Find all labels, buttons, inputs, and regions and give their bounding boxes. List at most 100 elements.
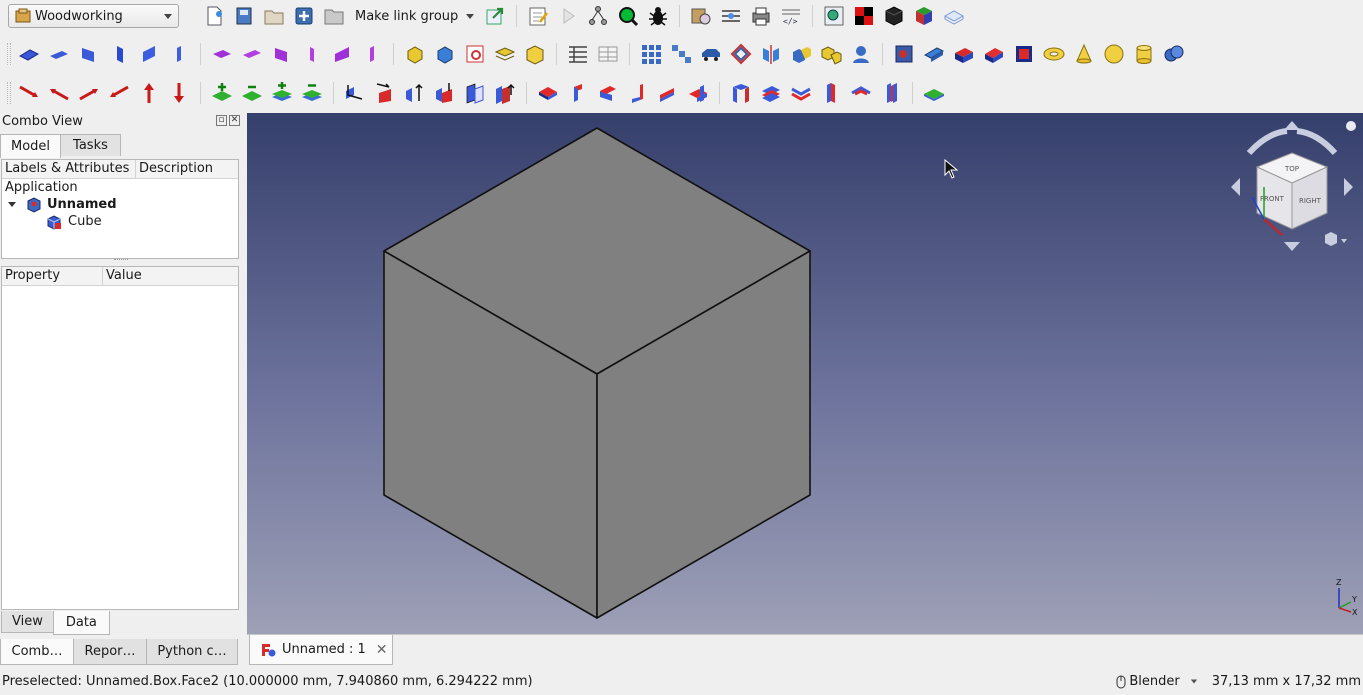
move-arrow-2-button[interactable] [44, 79, 74, 107]
rotate-left-arrow-icon[interactable] [1246, 128, 1288, 156]
align-6-button[interactable] [490, 79, 520, 107]
stereo-button[interactable] [879, 2, 909, 30]
plane-magenta-3-button[interactable] [267, 40, 297, 68]
description-header[interactable]: Description [136, 160, 238, 178]
tab-view[interactable]: View [1, 611, 54, 633]
align-3-button[interactable] [400, 79, 430, 107]
close-panel-icon[interactable]: ✕ [229, 115, 240, 126]
view-left-button[interactable] [164, 40, 194, 68]
green-plane-button[interactable] [919, 79, 949, 107]
sphere-button[interactable] [1099, 40, 1129, 68]
torus-button[interactable] [1039, 40, 1069, 68]
view-fit-button[interactable] [819, 2, 849, 30]
tree-item-cube[interactable]: Cube [2, 213, 238, 230]
plane-magenta-5-button[interactable] [327, 40, 357, 68]
shape-4-button[interactable] [1009, 40, 1039, 68]
edge-4-button[interactable] [816, 79, 846, 107]
plane-magenta-1-button[interactable] [207, 40, 237, 68]
arrow-down-icon[interactable] [1284, 242, 1300, 251]
colored-cube-button[interactable] [909, 2, 939, 30]
shape-1-button[interactable] [919, 40, 949, 68]
explode-button[interactable] [816, 40, 846, 68]
clipping-plane-button[interactable] [716, 2, 746, 30]
property-column-header[interactable]: Property [2, 267, 103, 285]
labels-attributes-header[interactable]: Labels & Attributes [2, 160, 136, 178]
make-link-group-dropdown[interactable]: Make link group [349, 2, 480, 30]
decrease-thickness-2-button[interactable] [297, 79, 327, 107]
helper-button[interactable] [846, 40, 876, 68]
tree-item-document[interactable]: Unnamed [2, 196, 238, 213]
cylinder-button[interactable] [1129, 40, 1159, 68]
box-selection-button[interactable] [939, 2, 969, 30]
edge-2-button[interactable] [756, 79, 786, 107]
dependency-graph-button[interactable] [583, 2, 613, 30]
float-panel-icon[interactable]: ▫ [216, 115, 227, 126]
workbench-selector[interactable]: Woodworking [8, 4, 179, 28]
navcube-menu-icon[interactable] [1346, 121, 1356, 131]
tab-python-console[interactable]: Python c… [146, 639, 238, 665]
arrow-right-icon[interactable] [1344, 178, 1353, 196]
table-grid-button[interactable] [593, 40, 623, 68]
measure-button[interactable] [686, 2, 716, 30]
tab-document-unnamed[interactable]: Unnamed : 1 ✕ [249, 635, 393, 665]
rotate-button[interactable] [726, 40, 756, 68]
tube-button[interactable] [889, 40, 919, 68]
expand-arrow-icon[interactable] [8, 202, 16, 207]
link-actions-button[interactable] [480, 2, 510, 30]
macro-record-button[interactable] [523, 2, 553, 30]
shape-2-button[interactable] [949, 40, 979, 68]
view-front-button[interactable] [74, 40, 104, 68]
align-4-button[interactable] [430, 79, 460, 107]
tab-model[interactable]: Model [0, 134, 62, 158]
mirror-button[interactable] [756, 40, 786, 68]
add-group-button[interactable] [319, 2, 349, 30]
face-5-button[interactable] [653, 79, 683, 107]
cone-button[interactable] [1069, 40, 1099, 68]
increase-thickness-1-button[interactable] [207, 79, 237, 107]
chevron-down-icon[interactable] [1341, 239, 1347, 243]
move-arrow-4-button[interactable] [104, 79, 134, 107]
cube-model[interactable] [247, 113, 1363, 634]
tab-tasks[interactable]: Tasks [60, 134, 121, 156]
plane-magenta-4-button[interactable] [297, 40, 327, 68]
edge-1-button[interactable] [726, 79, 756, 107]
toolbar-grip[interactable] [7, 43, 11, 65]
decrease-thickness-1-button[interactable] [237, 79, 267, 107]
inspect-button[interactable] [613, 2, 643, 30]
path-array-button[interactable] [666, 40, 696, 68]
move-down-button[interactable] [164, 79, 194, 107]
polar-array-button[interactable] [696, 40, 726, 68]
save-document-button[interactable] [259, 2, 289, 30]
arrow-left-icon[interactable] [1231, 178, 1240, 196]
3d-viewport[interactable]: TOP FRONT RIGHT Z Y X [247, 113, 1363, 634]
tab-combo-view[interactable]: Comb… [0, 639, 74, 665]
align-5-button[interactable] [460, 79, 490, 107]
splitter-handle[interactable] [114, 259, 128, 263]
edge-3-button[interactable] [786, 79, 816, 107]
edge-6-button[interactable] [876, 79, 906, 107]
close-icon[interactable]: ✕ [376, 642, 388, 658]
view-rear-button[interactable] [134, 40, 164, 68]
view-top-button[interactable] [44, 40, 74, 68]
yellow-part-1-button[interactable] [400, 40, 430, 68]
draw-style-button[interactable] [849, 2, 879, 30]
tab-data[interactable]: Data [52, 611, 110, 635]
mini-cube-icon[interactable] [1325, 232, 1337, 246]
compound-button[interactable] [786, 40, 816, 68]
toolbar-grip[interactable] [7, 82, 11, 104]
boolean-button[interactable] [1159, 40, 1189, 68]
arrow-up-icon[interactable] [1284, 121, 1300, 130]
tab-report-view[interactable]: Repor… [73, 639, 147, 665]
blue-part-button[interactable] [430, 40, 460, 68]
increase-thickness-2-button[interactable] [267, 79, 297, 107]
face-3-button[interactable] [593, 79, 623, 107]
move-arrow-3-button[interactable] [74, 79, 104, 107]
face-4-button[interactable] [623, 79, 653, 107]
value-column-header[interactable]: Value [103, 267, 238, 285]
open-document-button[interactable] [229, 2, 259, 30]
align-1-button[interactable] [340, 79, 370, 107]
new-document-button[interactable] [199, 2, 229, 30]
navigation-cube[interactable]: TOP FRONT RIGHT [1227, 117, 1357, 257]
align-2-button[interactable] [370, 79, 400, 107]
plane-magenta-2-button[interactable] [237, 40, 267, 68]
